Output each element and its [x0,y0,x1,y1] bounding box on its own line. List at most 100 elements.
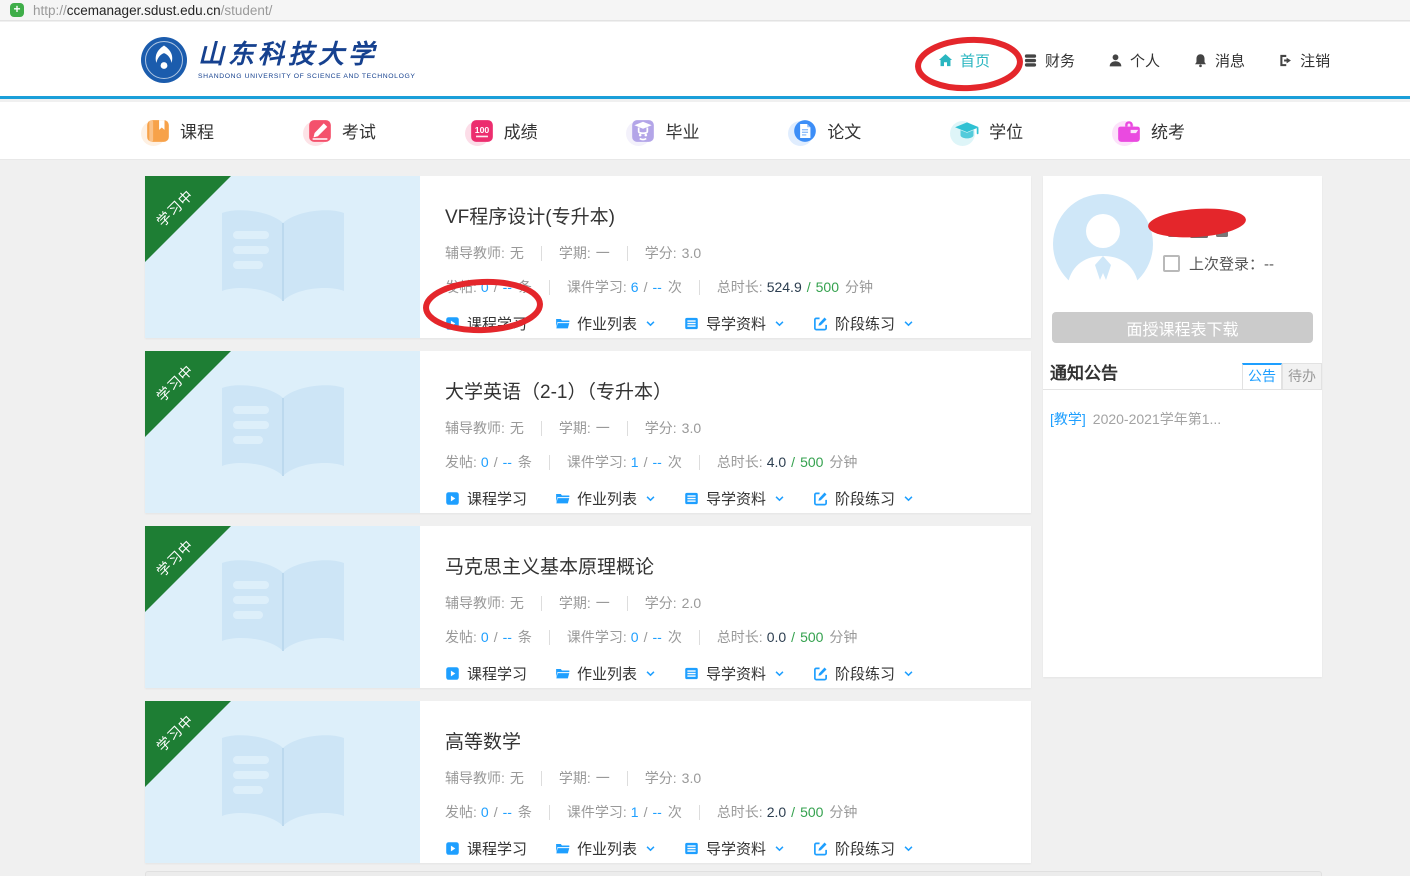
guide-materials-link[interactable]: 导学资料 [684,663,785,684]
posts-count: 0 [481,629,489,645]
course-title[interactable]: 大学英语（2-1）（专升本） [445,377,1013,404]
course-info: VF程序设计(专升本) 辅导教师: 无 学期: 一 学分: 3.0 发帖: 0 … [420,176,1031,338]
divider [699,280,700,295]
notice-tab[interactable]: 待办 [1282,363,1322,390]
teacher-label: 辅导教师: [445,593,505,613]
course-study-link[interactable]: 课程学习 [445,838,527,859]
folder-icon [555,666,570,681]
guide-materials-link[interactable]: 导学资料 [684,313,785,334]
browser-address-bar[interactable]: + http://ccemanager.sdust.edu.cn/student… [0,0,1410,21]
divider [627,596,628,611]
posts-label: 发帖: [445,277,477,297]
course-thumbnail[interactable]: 学习中 [145,176,420,338]
play-icon [445,666,460,681]
action-label: 课程学习 [467,663,527,684]
course-actions: 课程学习 作业列表 导学资料 阶段练习 [445,663,1013,684]
lessons-total: -- [652,629,661,645]
action-label: 导学资料 [706,838,766,859]
page-url[interactable]: http://ccemanager.sdust.edu.cn/student/ [33,3,272,18]
timetable-download-button[interactable]: 面授课程表下载 [1052,312,1313,343]
top-nav-item[interactable]: 个人 [1108,50,1160,71]
sub-nav-item[interactable]: 统考 [1116,118,1185,144]
notice-header: 通知公告 公告待办 [1043,359,1322,390]
homework-list-link[interactable]: 作业列表 [555,663,656,684]
duration-value: 4.0 [767,454,786,470]
sub-nav-label: 毕业 [665,118,699,143]
university-logo[interactable]: 山东科技大学 SHANDONG UNIVERSITY OF SCIENCE AN… [140,36,415,84]
course-stats: 发帖: 0 / -- 条 课件学习: 6 / -- 次 总时长: 524.9 /… [445,277,1013,297]
course-icon [145,118,171,144]
sub-nav-item[interactable]: 考试 [307,118,376,144]
last-login-text: 上次登录：-- [1189,253,1274,274]
teacher-label: 辅导教师: [445,243,505,263]
teacher-value: 无 [510,243,524,263]
divider [541,771,542,786]
divider [699,630,700,645]
course-info: 马克思主义基本原理概论 辅导教师: 无 学期: 一 学分: 2.0 发帖: 0 … [420,526,1031,688]
top-nav-item[interactable]: 首页 [938,50,990,71]
stage-practice-link[interactable]: 阶段练习 [813,488,914,509]
sub-nav-item[interactable]: 论文 [792,118,861,144]
stage-practice-link[interactable]: 阶段练习 [813,313,914,334]
security-shield-icon[interactable]: + [10,3,24,17]
posts-unit: 条 [518,802,532,822]
top-nav-label: 首页 [960,50,990,71]
sub-nav-item[interactable]: 课程 [145,118,214,144]
slash: / [644,629,648,645]
course-title[interactable]: VF程序设计(专升本) [445,202,1013,229]
course-study-link[interactable]: 课程学习 [445,488,527,509]
credits-value: 3.0 [682,245,701,261]
course-title[interactable]: 高等数学 [445,727,1013,754]
course-thumbnail[interactable]: 学习中 [145,701,420,863]
teacher-value: 无 [510,418,524,438]
posts-total: -- [503,279,512,295]
duration-label: 总时长: [717,802,763,822]
lessons-count: 1 [631,804,639,820]
action-label: 导学资料 [706,313,766,334]
chevron-down-icon [903,493,914,504]
notice-tab[interactable]: 公告 [1242,363,1282,390]
semester-value: 一 [596,768,610,788]
duration-total: 500 [816,279,839,295]
course-study-link[interactable]: 课程学习 [445,313,527,334]
course-title[interactable]: 马克思主义基本原理概论 [445,552,1013,579]
slash: / [494,629,498,645]
sub-nav-label: 论文 [827,118,861,143]
homework-list-link[interactable]: 作业列表 [555,488,656,509]
action-label: 作业列表 [577,313,637,334]
slash: / [807,279,811,295]
divider [549,630,550,645]
course-thumbnail[interactable]: 学习中 [145,526,420,688]
course-info: 大学英语（2-1）（专升本） 辅导教师: 无 学期: 一 学分: 3.0 发帖:… [420,351,1031,513]
course-study-link[interactable]: 课程学习 [445,663,527,684]
duration-total: 500 [800,804,823,820]
semester-label: 学期: [559,243,591,263]
sub-nav-item[interactable]: 100 成绩 [469,118,538,144]
top-nav-item[interactable]: 注销 [1278,50,1330,71]
divider [549,280,550,295]
top-nav-item[interactable]: 财务 [1023,50,1075,71]
course-thumbnail[interactable]: 学习中 [145,351,420,513]
notice-item[interactable]: [教学]2020-2021学年第1... [1050,400,1315,438]
stage-practice-link[interactable]: 阶段练习 [813,838,914,859]
course-stats: 发帖: 0 / -- 条 课件学习: 0 / -- 次 总时长: 0.0 / 5… [445,627,1013,647]
user-avatar[interactable] [1053,194,1153,294]
homework-list-link[interactable]: 作业列表 [555,313,656,334]
folder-icon [555,841,570,856]
sub-nav-item[interactable]: 学位 [954,118,1023,144]
guide-materials-link[interactable]: 导学资料 [684,838,785,859]
home-icon [938,53,953,68]
lessons-count: 1 [631,454,639,470]
stage-practice-link[interactable]: 阶段练习 [813,663,914,684]
posts-unit: 条 [518,627,532,647]
homework-list-link[interactable]: 作业列表 [555,838,656,859]
top-nav-item[interactable]: 消息 [1193,50,1245,71]
sub-nav-item[interactable]: 毕业 [630,118,699,144]
lessons-unit: 次 [668,452,682,472]
duration-unit: 分钟 [845,277,873,297]
notice-tabs: 公告待办 [1242,363,1322,390]
lessons-count: 6 [631,279,639,295]
posts-unit: 条 [518,452,532,472]
guide-materials-link[interactable]: 导学资料 [684,488,785,509]
lessons-total: -- [652,279,661,295]
